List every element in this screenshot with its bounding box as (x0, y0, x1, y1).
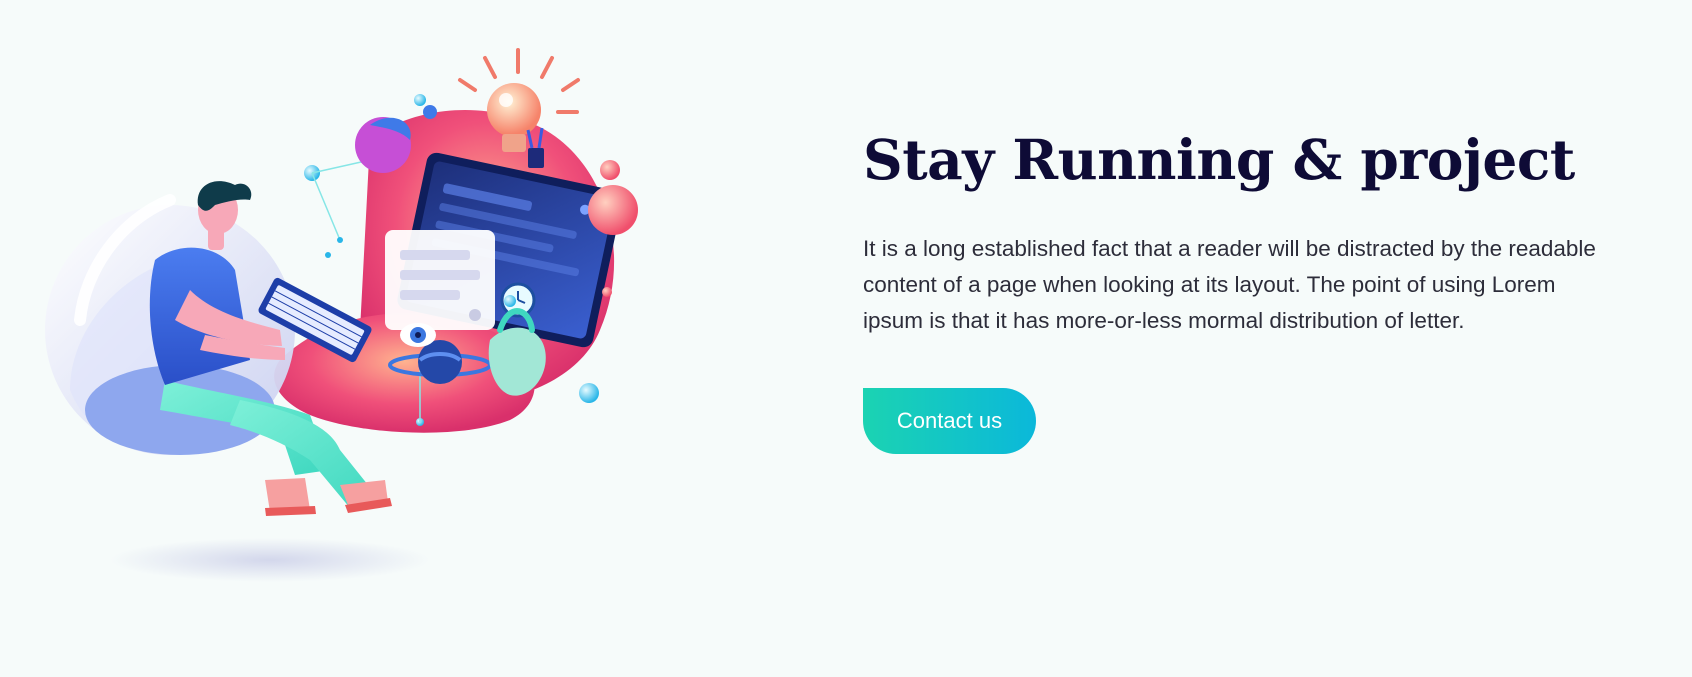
developer-workspace-illustration (45, 48, 638, 582)
hero-section: Stay Running & project It is a long esta… (0, 0, 1692, 677)
hero-description: It is a long established fact that a rea… (863, 235, 1596, 333)
hero-content: Stay Running & project It is a long esta… (863, 127, 1603, 454)
hero-title: Stay Running & project (863, 127, 1575, 192)
contact-us-button[interactable]: Contact us (863, 387, 1036, 454)
